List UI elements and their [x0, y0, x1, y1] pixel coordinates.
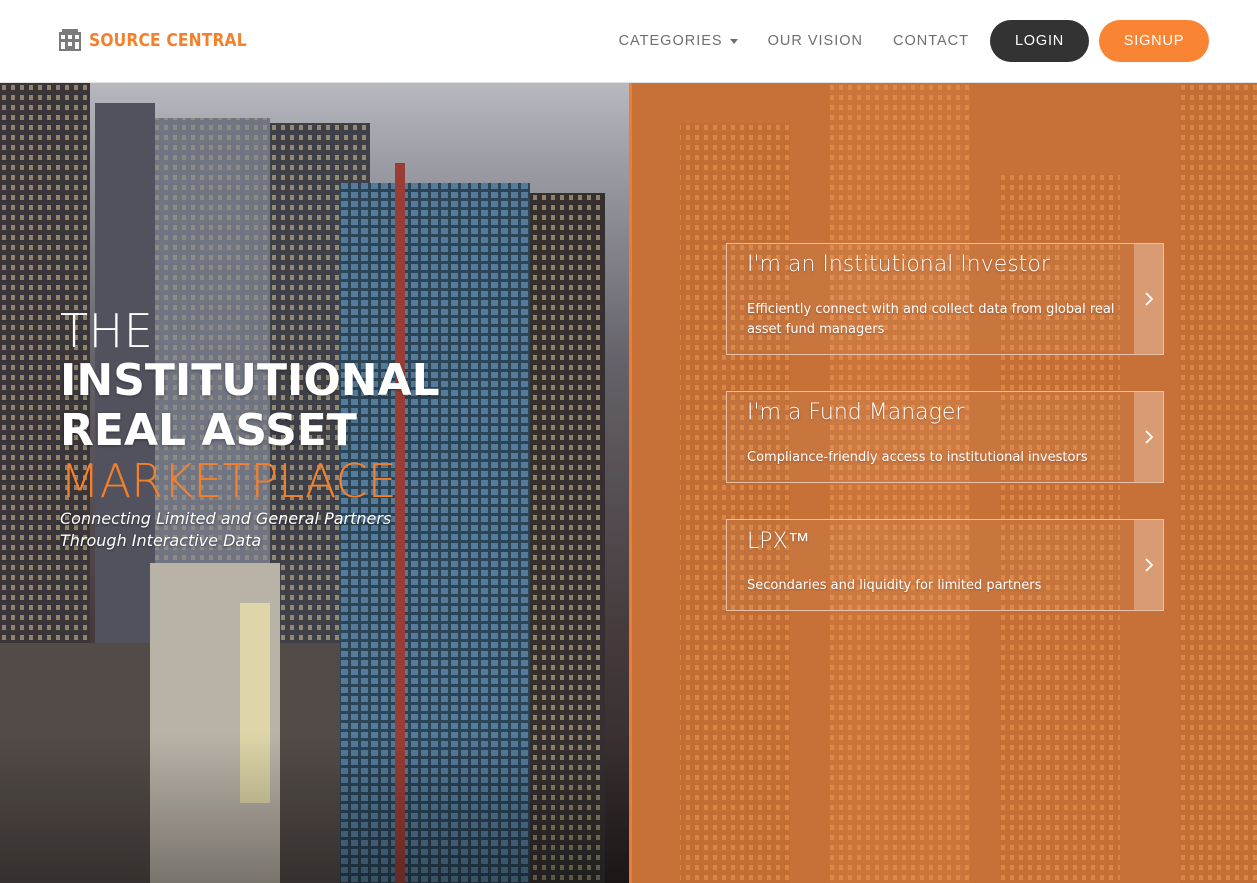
card-institutional-investor[interactable]: I'm an Institutional Investor Efficientl… — [726, 243, 1164, 355]
card-arrow[interactable] — [1134, 520, 1163, 610]
headline-line-4: MARKETPLACE — [60, 454, 397, 508]
hero-right-orange-overlay — [629, 83, 1257, 883]
nav-categories-label: CATEGORIES — [618, 33, 723, 49]
chevron-right-icon — [1144, 292, 1153, 306]
building-grid-icon — [59, 29, 81, 51]
card-fund-manager[interactable]: I'm a Fund Manager Compliance-friendly a… — [726, 391, 1164, 483]
nav-categories-dropdown[interactable]: CATEGORIES — [619, 33, 738, 49]
hero-tagline: Connecting Limited and General Partners … — [60, 508, 440, 552]
headline-line-3: REAL ASSET — [60, 405, 357, 456]
brand-name: SOURCE CENTRAL — [89, 29, 247, 51]
card-title: LPX™ — [747, 529, 810, 554]
card-description: Secondaries and liquidity for limited pa… — [747, 578, 1042, 593]
headline-line-1: THE — [60, 304, 154, 358]
card-title: I'm an Institutional Investor — [747, 252, 1050, 277]
card-lpx[interactable]: LPX™ Secondaries and liquidity for limit… — [726, 519, 1164, 611]
card-arrow[interactable] — [1134, 392, 1163, 482]
tagline-line-1: Connecting Limited and General Partners — [60, 509, 392, 528]
brand-link[interactable]: SOURCE CENTRAL — [59, 29, 272, 51]
caret-down-icon — [729, 38, 738, 44]
nav-our-vision[interactable]: OUR VISION — [768, 33, 863, 49]
top-navbar: SOURCE CENTRAL CATEGORIES OUR VISION CON… — [0, 0, 1257, 83]
login-button[interactable]: LOGIN — [990, 20, 1089, 62]
card-title: I'm a Fund Manager — [747, 400, 965, 425]
hero-section: THE INSTITUTIONAL REAL ASSET MARKETPLACE… — [0, 83, 1257, 883]
headline-line-2: INSTITUTIONAL — [60, 355, 440, 406]
signup-button[interactable]: SIGNUP — [1099, 20, 1209, 62]
tagline-line-2: Through Interactive Data — [60, 531, 262, 550]
chevron-right-icon — [1144, 558, 1153, 572]
card-arrow[interactable] — [1134, 244, 1163, 354]
card-description: Efficiently connect with and collect dat… — [747, 302, 1115, 337]
nav-contact[interactable]: CONTACT — [893, 33, 969, 49]
chevron-right-icon — [1144, 430, 1153, 444]
hero-headline: THE INSTITUTIONAL REAL ASSET MARKETPLACE… — [60, 306, 440, 552]
main-nav: CATEGORIES OUR VISION CONTACT LOGIN SIGN… — [619, 20, 1209, 62]
card-description: Compliance-friendly access to institutio… — [747, 450, 1088, 465]
